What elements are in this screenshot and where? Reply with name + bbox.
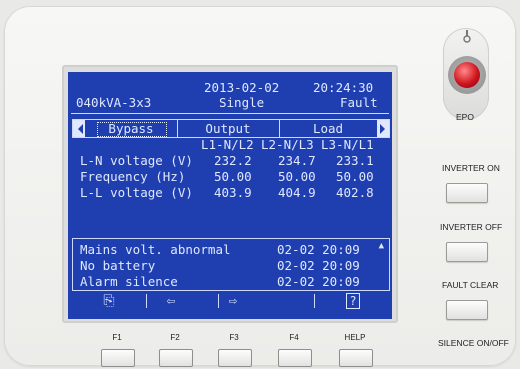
row-value: 232.2 [214,153,252,168]
alarm-text: Mains volt. abnormal [80,242,231,257]
tab-bypass[interactable]: Bypass [91,120,171,137]
key-icon [463,30,471,43]
alarm-text: No battery [80,258,156,273]
f1-label: F1 [112,333,122,342]
tab-output[interactable]: Output [178,120,278,137]
column-header: L1-N/L2 [201,137,254,152]
tab-load[interactable]: Load [280,120,376,137]
left-arrow-icon[interactable]: ⇦ [156,292,186,310]
inverter-off-button[interactable] [446,242,488,262]
epo-label: EPO [456,112,474,122]
row-label: L-L voltage (V) [80,185,193,200]
row-value: 233.1 [336,153,374,168]
f3-label: F3 [229,333,239,342]
row-value: 50.00 [336,169,374,184]
row-value: 50.00 [278,169,316,184]
row-label: L-N voltage (V) [80,153,193,168]
header-time: 20:24:30 [313,80,374,95]
fault-clear-button[interactable] [446,300,488,320]
row-value: 50.00 [214,169,252,184]
help-icon[interactable]: ? [340,292,366,310]
row-label: Frequency (Hz) [80,169,186,184]
column-header: L3-N/L1 [321,137,374,152]
f1-button[interactable] [101,349,135,367]
f4-label: F4 [289,333,299,342]
header-date: 2013-02-02 [204,80,280,95]
epo-button[interactable] [454,62,480,88]
row-value: 403.9 [214,185,252,200]
row-value: 234.7 [278,153,316,168]
scroll-up-icon[interactable]: ▲ [379,241,384,251]
softkey-divider [314,294,315,308]
row-value: 404.9 [278,185,316,200]
softkey-bar: ⎘ ⇦ ⇨ ? [68,292,392,312]
column-header: L2-N/L3 [261,137,314,152]
alarm-time: 02-02 20:09 [277,274,360,289]
row-value: 402.8 [336,185,374,200]
inverter-on-label: INVERTER ON [442,163,500,173]
home-icon[interactable]: ⎘ [94,292,124,310]
alarm-time: 02-02 20:09 [277,258,360,273]
header-status: Fault [340,95,378,110]
header-mode: Single [219,95,265,110]
f2-label: F2 [170,333,180,342]
help-button[interactable] [339,349,373,367]
f4-button[interactable] [278,349,312,367]
lcd-screen: 2013-02-02 20:24:30 040kVA-3x3 Single Fa… [68,72,392,319]
inverter-off-label: INVERTER OFF [440,222,503,232]
alarm-time: 02-02 20:09 [277,242,360,257]
softkey-divider [146,294,147,308]
inverter-on-button[interactable] [446,183,488,203]
f2-button[interactable] [159,349,193,367]
f3-button[interactable] [218,349,252,367]
alarm-text: Alarm silence [80,274,178,289]
header-model: 040kVA-3x3 [76,95,152,110]
help-label: HELP [344,333,366,342]
right-arrow-icon[interactable]: ⇨ [218,292,248,310]
tab-bar: Bypass Output Load [72,119,390,138]
tab-left-arrow-icon[interactable] [73,120,85,137]
header-divider [71,113,389,114]
fault-clear-label: FAULT CLEAR [442,280,499,290]
silence-label: SILENCE ON/OFF [438,338,509,348]
tab-right-arrow-icon[interactable] [377,120,389,137]
